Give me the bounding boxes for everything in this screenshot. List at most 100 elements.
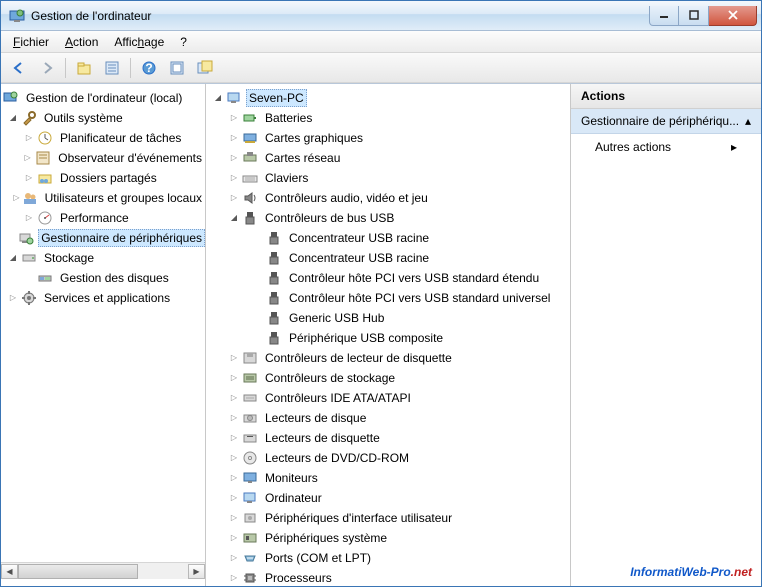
device-display-adapters[interactable]: Cartes graphiques — [206, 128, 570, 148]
device-storage-ctrl[interactable]: Contrôleurs de stockage — [206, 368, 570, 388]
tree-device-manager[interactable]: Gestionnaire de périphériques — [1, 228, 205, 248]
selected-item: Gestionnaire de périphériques — [38, 229, 205, 247]
expander-icon[interactable] — [212, 92, 224, 104]
expander-icon[interactable] — [228, 552, 240, 564]
expander-icon[interactable] — [228, 492, 240, 504]
expander-icon[interactable] — [228, 192, 240, 204]
device-usb-generic[interactable]: Generic USB Hub — [206, 308, 570, 328]
device-usb-root-hub[interactable]: Concentrateur USB racine — [206, 248, 570, 268]
device-usb-pci-ext[interactable]: Contrôleur hôte PCI vers USB standard ét… — [206, 268, 570, 288]
maximize-button[interactable] — [679, 6, 709, 26]
device-processors[interactable]: Processeurs — [206, 568, 570, 586]
expander-icon[interactable] — [228, 472, 240, 484]
expander-icon[interactable] — [228, 112, 240, 124]
chevron-right-icon: ▸ — [731, 140, 737, 154]
tree-storage[interactable]: Stockage — [1, 248, 205, 268]
device-hid[interactable]: Périphériques d'interface utilisateur — [206, 508, 570, 528]
expander-icon[interactable] — [23, 132, 35, 144]
actions-other[interactable]: Autres actions ▸ — [571, 134, 761, 160]
tree-system-tools[interactable]: Outils système — [1, 108, 205, 128]
actions-context[interactable]: Gestionnaire de périphériqu... ▴ — [571, 109, 761, 134]
properties-button[interactable] — [100, 56, 124, 80]
computer-icon — [226, 90, 242, 106]
menu-view[interactable]: Affichage — [106, 33, 172, 51]
users-icon — [22, 190, 38, 206]
expander-icon[interactable] — [228, 352, 240, 364]
close-button[interactable] — [709, 6, 757, 26]
device-usb-composite[interactable]: Périphérique USB composite — [206, 328, 570, 348]
up-button[interactable] — [72, 56, 96, 80]
help-button[interactable]: ? — [137, 56, 161, 80]
expander-icon[interactable] — [228, 152, 240, 164]
menu-help[interactable]: ? — [172, 33, 195, 51]
show-hide-button[interactable] — [193, 56, 217, 80]
device-sound[interactable]: Contrôleurs audio, vidéo et jeu — [206, 188, 570, 208]
svg-text:?: ? — [145, 61, 152, 75]
tree-task-scheduler[interactable]: Planificateur de tâches — [1, 128, 205, 148]
device-monitors[interactable]: Moniteurs — [206, 468, 570, 488]
horizontal-scrollbar[interactable]: ◀ ▶ — [1, 562, 205, 579]
console-tree-pane[interactable]: Gestion de l'ordinateur (local) Outils s… — [1, 84, 206, 586]
titlebar[interactable]: Gestion de l'ordinateur — [1, 1, 761, 31]
tree-event-viewer[interactable]: Observateur d'événements — [1, 148, 205, 168]
tree-root[interactable]: Gestion de l'ordinateur (local) — [1, 88, 205, 108]
performance-icon — [37, 210, 53, 226]
device-computer[interactable]: Ordinateur — [206, 488, 570, 508]
expander-icon[interactable] — [7, 112, 19, 124]
device-dvd-cd[interactable]: Lecteurs de DVD/CD-ROM — [206, 448, 570, 468]
expander-icon[interactable] — [228, 132, 240, 144]
device-network-adapters[interactable]: Cartes réseau — [206, 148, 570, 168]
minimize-button[interactable] — [649, 6, 679, 26]
tree-services-apps[interactable]: Services et applications — [1, 288, 205, 308]
forward-button[interactable] — [35, 56, 59, 80]
device-batteries[interactable]: Batteries — [206, 108, 570, 128]
device-usb-root-hub[interactable]: Concentrateur USB racine — [206, 228, 570, 248]
clock-icon — [37, 130, 53, 146]
device-system-devices[interactable]: Périphériques système — [206, 528, 570, 548]
device-usb-pci-uni[interactable]: Contrôleur hôte PCI vers USB standard un… — [206, 288, 570, 308]
expander-icon[interactable] — [228, 212, 240, 224]
tree-shared-folders[interactable]: Dossiers partagés — [1, 168, 205, 188]
expander-icon[interactable] — [13, 192, 19, 204]
expander-icon[interactable] — [7, 252, 19, 264]
device-tree-pane[interactable]: Seven-PC Batteries Cartes graphiques Car… — [206, 84, 571, 586]
collapse-icon[interactable]: ▴ — [745, 114, 751, 128]
tree-performance[interactable]: Performance — [1, 208, 205, 228]
expander-icon[interactable] — [228, 572, 240, 584]
expander-icon[interactable] — [228, 372, 240, 384]
device-ports[interactable]: Ports (COM et LPT) — [206, 548, 570, 568]
expander-icon[interactable] — [228, 512, 240, 524]
device-disk-drives[interactable]: Lecteurs de disque — [206, 408, 570, 428]
expander-icon[interactable] — [22, 152, 33, 164]
battery-icon — [242, 110, 258, 126]
expander-icon[interactable] — [228, 172, 240, 184]
device-root[interactable]: Seven-PC — [206, 88, 570, 108]
expander-icon[interactable] — [228, 532, 240, 544]
expander-icon[interactable] — [228, 412, 240, 424]
scroll-thumb[interactable] — [18, 564, 138, 579]
device-floppy-drives[interactable]: Lecteurs de disquette — [206, 428, 570, 448]
device-floppy-ctrl[interactable]: Contrôleurs de lecteur de disquette — [206, 348, 570, 368]
refresh-button[interactable] — [165, 56, 189, 80]
expander-icon[interactable] — [228, 452, 240, 464]
scroll-left-button[interactable]: ◀ — [1, 564, 18, 579]
back-button[interactable] — [7, 56, 31, 80]
expander-icon[interactable] — [23, 172, 35, 184]
menu-action[interactable]: Action — [57, 33, 106, 51]
hid-icon — [242, 510, 258, 526]
expander-icon[interactable] — [7, 292, 19, 304]
scroll-right-button[interactable]: ▶ — [188, 564, 205, 579]
window-buttons — [649, 6, 757, 26]
device-keyboards[interactable]: Claviers — [206, 168, 570, 188]
expander-icon[interactable] — [228, 392, 240, 404]
floppy-drive-icon — [242, 430, 258, 446]
device-usb-controllers[interactable]: Contrôleurs de bus USB — [206, 208, 570, 228]
expander-icon[interactable] — [23, 212, 35, 224]
expander-icon[interactable] — [228, 432, 240, 444]
usb-icon — [266, 330, 282, 346]
tree-users-groups[interactable]: Utilisateurs et groupes locaux — [1, 188, 205, 208]
tree-disk-mgmt[interactable]: Gestion des disques — [1, 268, 205, 288]
device-ide-atapi[interactable]: Contrôleurs IDE ATA/ATAPI — [206, 388, 570, 408]
menu-file[interactable]: Fichier — [5, 33, 57, 51]
network-adapter-icon — [242, 150, 258, 166]
